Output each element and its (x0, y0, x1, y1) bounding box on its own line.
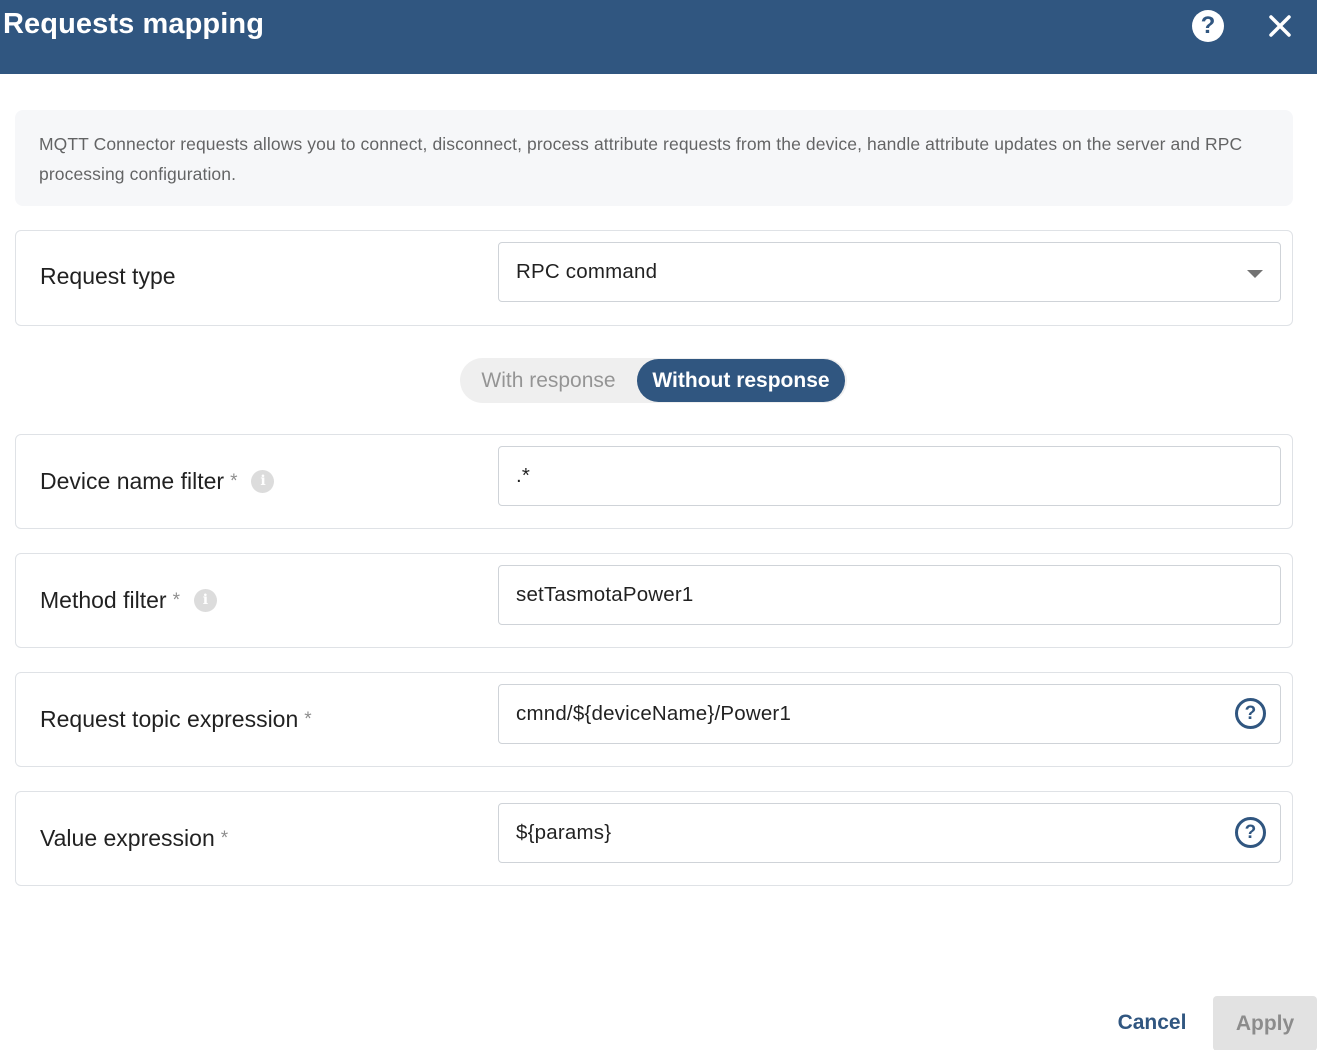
method-filter-value: setTasmotaPower1 (516, 583, 694, 606)
help-circle-icon[interactable]: ? (1235, 698, 1266, 729)
help-circle-icon[interactable]: ? (1192, 10, 1224, 42)
cancel-button[interactable]: Cancel (1100, 996, 1204, 1050)
required-marker: * (230, 470, 238, 492)
request-topic-expression-input[interactable]: cmnd/${deviceName}/Power1 ? (498, 684, 1281, 744)
required-marker: * (220, 827, 229, 849)
chevron-down-icon (1247, 270, 1263, 278)
value-expression-label: Value expression * (40, 825, 228, 852)
dialog-header: Requests mapping ? (0, 0, 1317, 74)
info-icon[interactable]: i (193, 589, 217, 612)
value-expression-value: ${params} (516, 821, 612, 844)
requests-mapping-dialog: Requests mapping ? MQTT Connector reques… (0, 0, 1317, 1050)
toggle-without-response[interactable]: Without response (637, 359, 845, 402)
device-name-filter-row: Device name filter * i .* (15, 434, 1293, 529)
value-expression-input[interactable]: ${params} ? (498, 803, 1281, 863)
help-circle-icon[interactable]: ? (1235, 817, 1266, 848)
required-marker: * (172, 589, 180, 611)
method-filter-row: Method filter * i setTasmotaPower1 (15, 553, 1293, 648)
device-name-filter-label-text: Device name filter (40, 468, 225, 494)
value-expression-row: Value expression * ${params} ? (15, 791, 1293, 886)
info-banner: MQTT Connector requests allows you to co… (15, 110, 1293, 206)
apply-button[interactable]: Apply (1213, 996, 1317, 1050)
method-filter-label: Method filter * i (40, 587, 217, 614)
method-filter-label-text: Method filter (40, 587, 167, 613)
request-type-label: Request type (40, 263, 176, 290)
dialog-title: Requests mapping (3, 8, 265, 40)
request-type-label-text: Request type (40, 263, 176, 289)
close-icon[interactable] (1264, 10, 1296, 42)
required-marker: * (304, 708, 312, 730)
toggle-with-response[interactable]: With response (460, 358, 637, 403)
request-topic-expression-value: cmnd/${deviceName}/Power1 (516, 702, 792, 725)
request-type-row: Request type RPC command (15, 230, 1293, 326)
response-toggle: With response Without response (460, 358, 847, 403)
request-topic-expression-label: Request topic expression * (40, 706, 312, 733)
value-expression-label-text: Value expression (40, 825, 215, 851)
request-topic-expression-label-text: Request topic expression (40, 706, 299, 732)
request-type-select[interactable]: RPC command (498, 242, 1281, 302)
device-name-filter-input[interactable]: .* (498, 446, 1281, 506)
device-name-filter-label: Device name filter * i (40, 468, 275, 495)
request-type-value: RPC command (516, 260, 658, 283)
method-filter-input[interactable]: setTasmotaPower1 (498, 565, 1281, 625)
info-icon[interactable]: i (251, 470, 275, 493)
device-name-filter-value: .* (516, 464, 531, 487)
request-topic-expression-row: Request topic expression * cmnd/${device… (15, 672, 1293, 767)
